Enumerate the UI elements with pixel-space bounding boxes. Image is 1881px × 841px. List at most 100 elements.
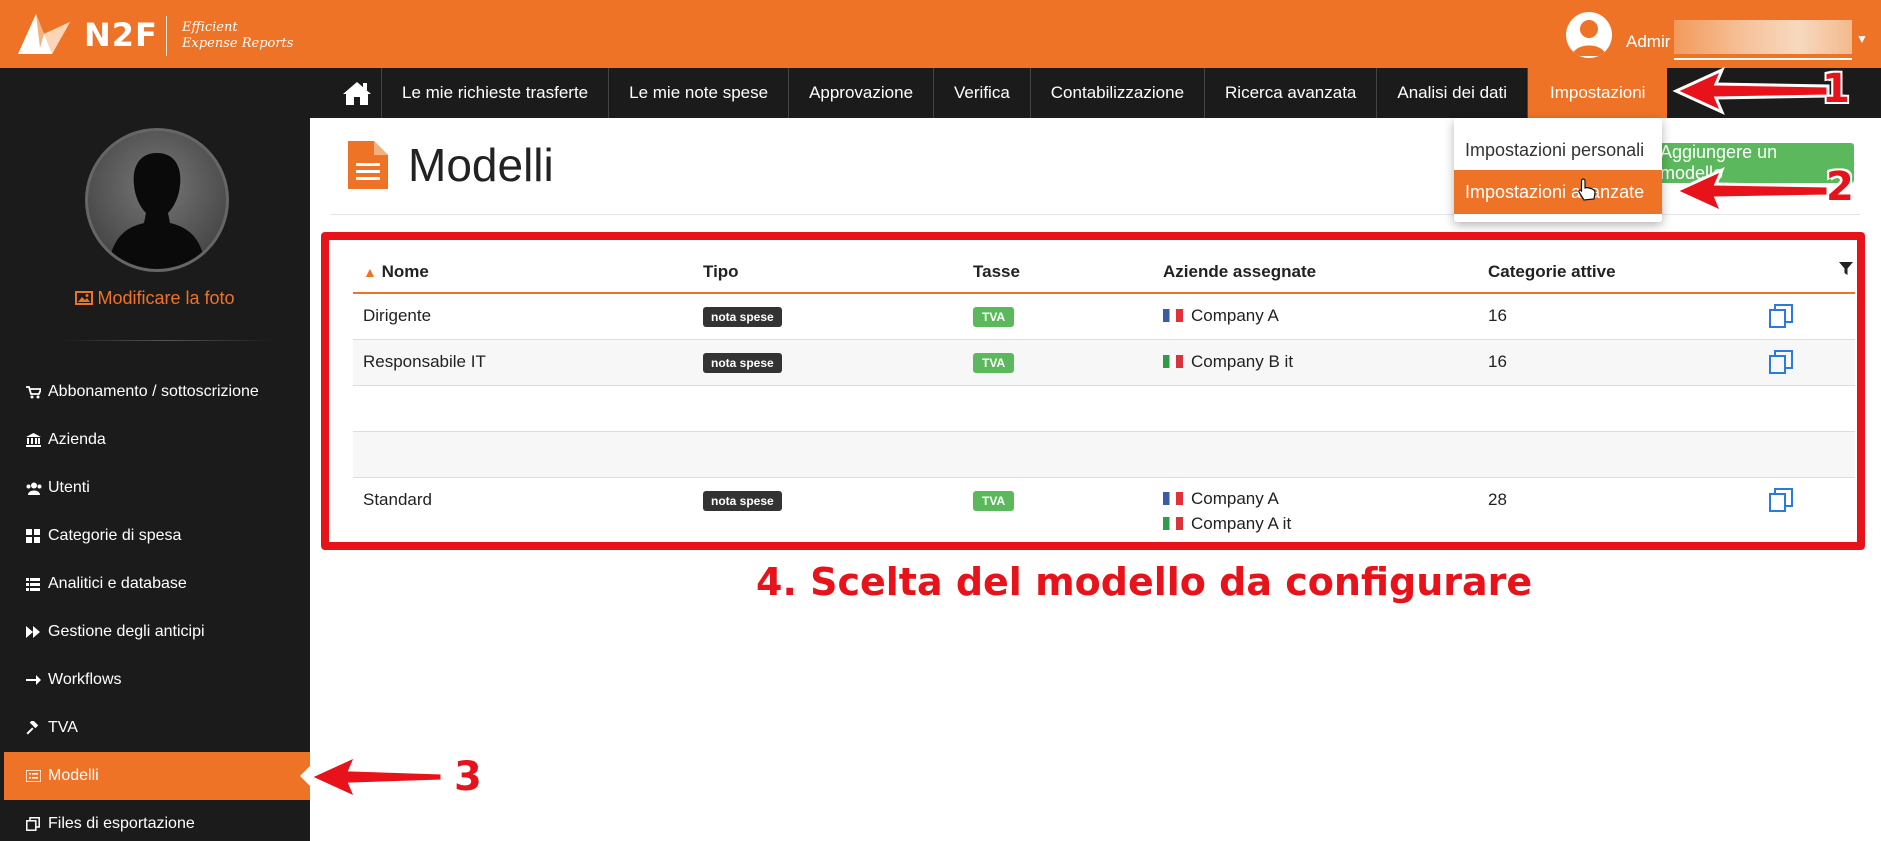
settings-dropdown: Impostazioni personali Impostazioni avan… [1454, 118, 1662, 222]
flag-fr-icon [1163, 492, 1183, 505]
grid-icon [26, 529, 48, 543]
nav-approval[interactable]: Approvazione [789, 68, 935, 118]
th-type[interactable]: Tipo [703, 262, 739, 282]
tax-badge-label: TVA [973, 353, 1015, 373]
home-button[interactable] [332, 68, 382, 118]
sidebar-item-models[interactable]: Modelli [4, 752, 310, 800]
th-name[interactable]: ▲ Nome [363, 262, 429, 282]
sidebar-item-advances[interactable]: Gestione degli anticipi [0, 608, 310, 656]
type-badge-label: nota spese [703, 491, 782, 511]
gavel-icon [26, 721, 48, 735]
nav-expense-reports[interactable]: Le mie note spese [609, 68, 790, 118]
filter-icon[interactable] [1839, 262, 1853, 276]
assigned-companies: Company A Company A it [1163, 486, 1291, 536]
annotation-caption: 4. Scelta del modello da configurare [756, 560, 1533, 604]
tax-badge: TVA [973, 490, 1015, 511]
cart-icon [26, 385, 48, 399]
logo-tagline-line-2: Expense Reports [182, 36, 294, 51]
annotation-arrow-3 [306, 753, 444, 801]
sidebar-item-company[interactable]: Azienda [0, 416, 310, 464]
sidebar-divider [60, 340, 274, 341]
sidebar-item-analytics[interactable]: Analitici e database [0, 560, 310, 608]
th-tax[interactable]: Tasse [973, 262, 1020, 282]
logo-tagline: Efficient Expense Reports [182, 20, 293, 52]
nav-accounting[interactable]: Contabilizzazione [1031, 68, 1206, 118]
company-name: Company A [1191, 306, 1279, 325]
sidebar-item-label: Workflows [48, 671, 122, 688]
duplicate-icon[interactable] [1769, 350, 1793, 374]
sidebar-item-label: Utenti [48, 479, 90, 496]
duplicate-icon[interactable] [1769, 488, 1793, 512]
nav-data-analysis[interactable]: Analisi dei dati [1377, 68, 1528, 118]
company-name: Company A [1191, 489, 1279, 508]
tax-badge: TVA [973, 352, 1015, 373]
nav-settings[interactable]: Impostazioni [1528, 68, 1668, 118]
home-icon [342, 82, 371, 105]
logo-tagline-line-1: Efficient [182, 20, 238, 35]
models-table: ▲ Nome Tipo Tasse Aziende assegnate Cate… [321, 232, 1865, 550]
page-title: Modelli [408, 139, 554, 191]
sidebar-item-tva[interactable]: TVA [0, 704, 310, 752]
sidebar-item-users[interactable]: Utenti [0, 464, 310, 512]
top-header: N2F Efficient Expense Reports Admir ▼ [0, 0, 1881, 68]
table-header: ▲ Nome Tipo Tasse Aziende assegnate Cate… [353, 240, 1855, 294]
type-badge-label: nota spese [703, 353, 782, 373]
table-row[interactable]: Standard nota spese TVA Company A Compan… [353, 478, 1855, 542]
nav-verification[interactable]: Verifica [934, 68, 1031, 118]
sidebar-item-expense-categories[interactable]: Categorie di spesa [0, 512, 310, 560]
company-name: Company A it [1191, 514, 1292, 533]
table-icon [26, 577, 48, 591]
flag-fr-icon [1163, 309, 1183, 322]
page-header: Modelli [348, 138, 554, 192]
nav-menu: Le mie richieste trasferte Le mie note s… [332, 68, 1668, 118]
list-icon [26, 770, 48, 782]
nav-advanced-search[interactable]: Ricerca avanzata [1205, 68, 1378, 118]
table-row-blank [353, 386, 1855, 432]
logo-mark-icon [18, 14, 70, 54]
nav-travel-requests[interactable]: Le mie richieste trasferte [382, 68, 610, 118]
main-navbar: Le mie richieste trasferte Le mie note s… [0, 68, 1881, 118]
duplicate-icon[interactable] [1769, 304, 1793, 328]
redacted-username [1674, 20, 1852, 54]
sidebar-item-workflows[interactable]: Workflows [0, 656, 310, 704]
user-silhouette-icon [1572, 20, 1606, 56]
tax-badge: TVA [973, 306, 1015, 327]
image-icon [75, 291, 94, 305]
sidebar: Modificare la foto Abbonamento / sottosc… [0, 118, 310, 841]
sidebar-item-label: Azienda [48, 431, 106, 448]
flag-it-icon [1163, 355, 1183, 368]
type-badge: nota spese [703, 490, 782, 511]
assigned-company: Company A [1163, 306, 1279, 326]
type-badge: nota spese [703, 306, 782, 327]
dropdown-advanced-settings[interactable]: Impostazioni avanzate [1454, 170, 1662, 214]
th-active-categories[interactable]: Categorie attive [1488, 262, 1616, 282]
active-categories-count: 16 [1488, 306, 1507, 325]
sidebar-menu: Abbonamento / sottoscrizione Azienda Ute… [0, 368, 310, 841]
sidebar-item-label: Gestione degli anticipi [48, 623, 205, 640]
sidebar-item-export-files[interactable]: Files di esportazione [0, 800, 310, 841]
caret-down-icon[interactable]: ▼ [1856, 32, 1868, 46]
n2f-logo[interactable]: N2F Efficient Expense Reports [14, 6, 314, 62]
table-row-blank [353, 432, 1855, 478]
tax-badge-label: TVA [973, 491, 1015, 511]
active-categories-count: 16 [1488, 352, 1507, 371]
row-name: Responsabile IT [363, 352, 486, 371]
document-icon [348, 141, 388, 189]
table-row[interactable]: Dirigente nota spese TVA Company A 16 [353, 294, 1855, 340]
dropdown-personal-settings[interactable]: Impostazioni personali [1454, 128, 1662, 172]
table-row[interactable]: Responsabile IT nota spese TVA Company B… [353, 340, 1855, 386]
logo-divider [166, 16, 167, 56]
th-companies[interactable]: Aziende assegnate [1163, 262, 1316, 282]
sidebar-item-subscription[interactable]: Abbonamento / sottoscrizione [0, 368, 310, 416]
arrow-right-icon [26, 675, 48, 685]
sidebar-item-label: Analitici e database [48, 575, 187, 592]
sidebar-item-label: Categorie di spesa [48, 527, 182, 544]
change-photo-link[interactable]: Modificare la foto [0, 288, 310, 309]
annotation-arrow-1 [1672, 67, 1830, 115]
tax-badge-label: TVA [973, 307, 1015, 327]
flag-it-icon [1163, 517, 1183, 530]
bank-icon [26, 433, 48, 447]
annotation-arrow-2 [1672, 167, 1830, 215]
fast-forward-icon [26, 626, 48, 638]
user-name: Admir [1626, 32, 1671, 51]
